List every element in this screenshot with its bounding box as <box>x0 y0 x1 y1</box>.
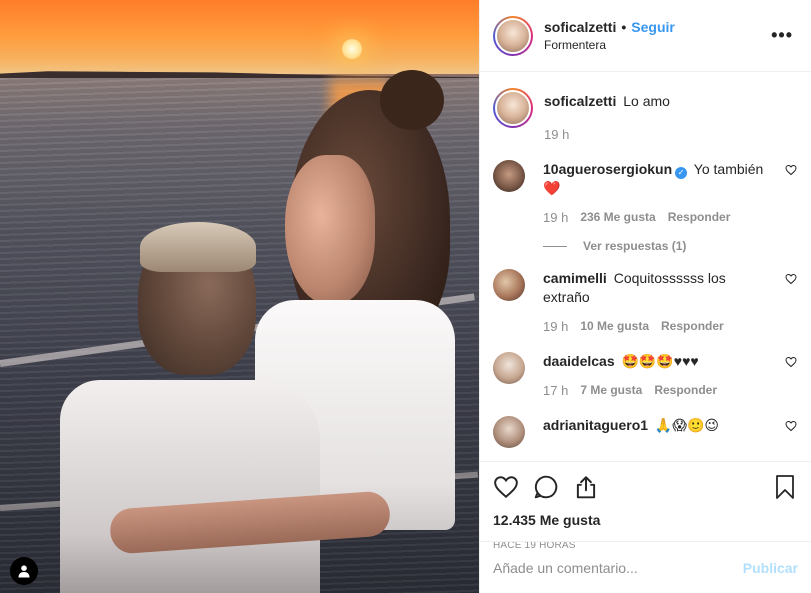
comment-text: Yo también <box>693 161 764 177</box>
comment-body: adrianitaguero1 🙏😱🙂😉 <box>543 416 797 435</box>
heart-emoji: ❤️ <box>543 180 561 196</box>
photo-woman-face <box>285 155 375 305</box>
author-avatar[interactable] <box>493 15 533 56</box>
comment-likes[interactable]: 7 Me gusta <box>580 381 642 400</box>
more-icon[interactable]: ••• <box>767 21 797 50</box>
comment-likes[interactable]: 236 Me gusta <box>580 208 655 227</box>
comment-time[interactable]: 19 h <box>543 208 568 227</box>
post-photo[interactable] <box>0 0 479 593</box>
header-separator: • <box>621 19 627 35</box>
photo-sun <box>342 39 362 59</box>
view-replies-label: Ver respuestas (1) <box>583 239 687 253</box>
view-replies-button[interactable]: Ver respuestas (1) <box>543 239 797 253</box>
small-heart-icon[interactable] <box>785 420 797 432</box>
caption-username[interactable]: soficalzetti <box>544 93 616 109</box>
comment-text: 🙏😱🙂😉 <box>654 417 719 433</box>
small-heart-icon[interactable] <box>785 164 797 176</box>
user-tag-button[interactable] <box>10 557 38 585</box>
comment-meta: 19 h 10 Me gusta Responder <box>543 317 769 336</box>
likes-total[interactable]: 12.435 Me gusta <box>493 512 797 528</box>
user-tag-icon <box>18 565 30 578</box>
comment-body: daaidelcas 🤩🤩🤩♥♥♥ 17 h 7 Me gusta Respon… <box>543 352 797 400</box>
comments-list[interactable]: soficalzetti Lo amo 19 h 10aguerosergiok… <box>480 72 811 461</box>
comment-username[interactable]: 10aguerosergiokun <box>543 161 672 177</box>
comment-avatar[interactable] <box>493 160 525 192</box>
heart-icon[interactable] <box>493 474 519 500</box>
comment-likes[interactable]: 10 Me gusta <box>580 317 649 336</box>
comment-item: daaidelcas 🤩🤩🤩♥♥♥ 17 h 7 Me gusta Respon… <box>493 352 797 400</box>
author-username[interactable]: soficalzetti <box>544 19 616 35</box>
comment-username[interactable]: camimelli <box>543 270 607 286</box>
comment-body: 10aguerosergiokun ✓ Yo también ❤️ 19 h 23… <box>543 160 797 227</box>
comment-icon[interactable] <box>533 474 559 500</box>
post-side-panel: soficalzetti • Seguir Formentera ••• sof… <box>479 0 811 593</box>
comment-item: adrianitaguero1 🙏😱🙂😉 <box>493 416 797 448</box>
reply-button[interactable]: Responder <box>668 208 731 227</box>
header-line: soficalzetti • Seguir <box>544 19 767 35</box>
reply-button[interactable]: Responder <box>654 381 717 400</box>
replies-line <box>543 245 567 247</box>
verified-icon: ✓ <box>675 166 688 179</box>
reply-button[interactable]: Responder <box>661 317 724 336</box>
action-icons <box>493 462 797 512</box>
photo-man-shirt <box>60 380 320 593</box>
add-comment-bar: Publicar <box>480 541 811 593</box>
caption-body: soficalzetti Lo amo 19 h <box>544 88 797 144</box>
instagram-post: soficalzetti • Seguir Formentera ••• sof… <box>0 0 811 593</box>
share-icon[interactable] <box>573 474 599 500</box>
bookmark-icon[interactable] <box>773 474 797 500</box>
comment-username[interactable]: adrianitaguero1 <box>543 417 648 433</box>
caption-meta: 19 h <box>544 125 769 144</box>
comment-avatar[interactable] <box>493 269 525 301</box>
comment-text: 🤩🤩🤩♥♥♥ <box>621 353 699 369</box>
post-location[interactable]: Formentera <box>544 38 767 52</box>
follow-button[interactable]: Seguir <box>631 19 675 35</box>
comment-username[interactable]: daaidelcas <box>543 353 615 369</box>
comment-avatar[interactable] <box>493 416 525 448</box>
caption-time[interactable]: 19 h <box>544 125 569 144</box>
publish-button[interactable]: Publicar <box>743 560 798 576</box>
caption-text: Lo amo <box>623 93 670 109</box>
caption: soficalzetti Lo amo 19 h <box>493 88 797 144</box>
comment-item: 10aguerosergiokun ✓ Yo también ❤️ 19 h 23… <box>493 160 797 227</box>
photo-woman-bun <box>380 70 444 130</box>
header-text: soficalzetti • Seguir Formentera <box>544 19 767 52</box>
action-icons-left <box>493 474 773 500</box>
caption-avatar[interactable] <box>493 88 533 128</box>
comment-input[interactable] <box>493 559 743 576</box>
comment-meta: 17 h 7 Me gusta Responder <box>543 381 769 400</box>
small-heart-icon[interactable] <box>785 356 797 368</box>
small-heart-icon[interactable] <box>785 273 797 285</box>
comment-avatar[interactable] <box>493 352 525 384</box>
photo-sky <box>0 0 479 74</box>
comment-time[interactable]: 19 h <box>543 317 568 336</box>
comment-meta: 19 h 236 Me gusta Responder <box>543 208 769 227</box>
comment-time[interactable]: 17 h <box>543 381 568 400</box>
photo-man-hair <box>140 222 256 272</box>
comment-item: camimelli Coquitossssss los extraño 19 h… <box>493 269 797 336</box>
comment-body: camimelli Coquitossssss los extraño 19 h… <box>543 269 797 336</box>
post-header: soficalzetti • Seguir Formentera ••• <box>480 0 811 72</box>
